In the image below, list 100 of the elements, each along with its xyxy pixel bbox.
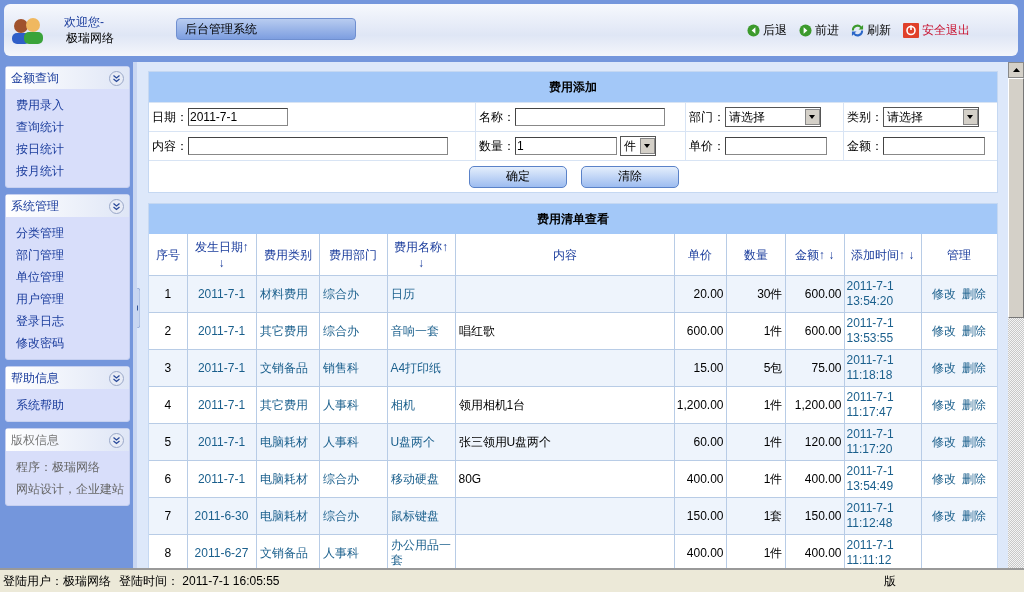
sidebar-link[interactable]: 费用录入 <box>16 94 129 116</box>
timestamp-line: 2011-7-1 <box>846 390 895 405</box>
column-header[interactable]: 金额↑ ↓ <box>785 234 844 276</box>
field-label: 类别： <box>847 108 883 126</box>
content-field[interactable] <box>188 137 448 155</box>
delete-link[interactable]: 删除 <box>962 471 987 486</box>
delete-link[interactable]: 删除 <box>962 360 987 375</box>
edit-link[interactable]: 修改 <box>932 286 957 301</box>
field-label: 名称： <box>479 108 515 126</box>
table-cell: 1套 <box>726 497 785 535</box>
timestamp-line: 13:54:20 <box>846 294 895 309</box>
back-icon <box>747 24 760 37</box>
table-cell: 移动硬盘 <box>387 460 455 498</box>
system-tab[interactable]: 后台管理系统 <box>176 18 356 40</box>
logout-button[interactable]: 安全退出 <box>903 22 970 39</box>
users-icon <box>10 15 44 45</box>
column-header[interactable]: 内容 <box>455 234 674 276</box>
table-cell: 2011-6-30 <box>187 497 256 535</box>
collapse-icon[interactable] <box>109 370 124 386</box>
sidebar-link[interactable]: 修改密码 <box>16 332 129 354</box>
table-cell: 文销备品 <box>256 349 319 387</box>
table-cell: 张三领用U盘两个 <box>455 423 674 461</box>
delete-link[interactable]: 删除 <box>962 434 987 449</box>
table-cell: 1件 <box>726 386 785 424</box>
table-cell: 其它费用 <box>256 312 319 350</box>
column-header[interactable]: 费用类别 <box>256 234 319 276</box>
timestamp-line: 11:17:47 <box>846 405 894 420</box>
timestamp-line: 2011-7-1 <box>846 279 895 294</box>
delete-link[interactable]: 删除 <box>962 286 987 301</box>
column-header[interactable]: 费用部门 <box>319 234 387 276</box>
column-header[interactable]: 单价 <box>674 234 726 276</box>
column-header[interactable]: 管理 <box>921 234 997 276</box>
table-cell: 5包 <box>726 349 785 387</box>
table-cell: A4打印纸 <box>387 349 455 387</box>
table-cell: 销售科 <box>319 349 387 387</box>
timestamp-line: 2011-7-1 <box>846 353 895 368</box>
timestamp-line: 13:53:55 <box>846 331 895 346</box>
table-cell: 电脑耗材 <box>256 423 319 461</box>
timestamp-line: 13:54:49 <box>846 479 895 494</box>
sidebar-link[interactable]: 登录日志 <box>16 310 129 332</box>
field-label: 数量： <box>479 137 515 155</box>
table-cell: 4 <box>149 386 187 424</box>
collapse-icon[interactable] <box>109 70 124 86</box>
sidebar-link[interactable]: 按日统计 <box>16 138 129 160</box>
confirm-button[interactable]: 确定 <box>469 165 567 188</box>
quantity-field[interactable]: 1 <box>515 137 617 155</box>
table-cell: 120.00 <box>785 423 844 461</box>
column-header[interactable]: 发生日期↑ ↓ <box>187 234 256 276</box>
sidebar-link[interactable]: 系统帮助 <box>16 394 129 416</box>
refresh-button[interactable]: 刷新 <box>851 22 891 39</box>
edit-link[interactable]: 修改 <box>932 323 957 338</box>
edit-link[interactable]: 修改 <box>932 397 957 412</box>
date-field[interactable]: 2011-7-1 <box>188 108 288 126</box>
sidebar-link[interactable]: 部门管理 <box>16 244 129 266</box>
table-cell: 75.00 <box>785 349 844 387</box>
name-field[interactable] <box>515 108 665 126</box>
collapse-icon[interactable] <box>109 432 124 448</box>
table-cell: 唱红歌 <box>455 312 674 350</box>
edit-link[interactable]: 修改 <box>932 434 957 449</box>
table-cell: 600.00 <box>785 312 844 350</box>
sidebar-link[interactable]: 单位管理 <box>16 266 129 288</box>
table-cell: 日历 <box>387 275 455 313</box>
collapse-icon[interactable] <box>109 198 124 214</box>
column-header[interactable]: 添加时间↑ ↓ <box>844 234 921 276</box>
forward-button[interactable]: 前进 <box>799 22 839 39</box>
edit-link[interactable]: 修改 <box>932 471 957 486</box>
sidebar-link[interactable]: 用户管理 <box>16 288 129 310</box>
timestamp-line: 2011-7-1 <box>846 427 895 442</box>
price-field[interactable] <box>725 137 827 155</box>
delete-link[interactable]: 删除 <box>962 323 987 338</box>
status-text: 登陆用户：极瑞网络 <box>3 572 111 590</box>
table-cell: 20.00 <box>674 275 726 313</box>
table-cell: 材料费用 <box>256 275 319 313</box>
edit-link[interactable]: 修改 <box>932 360 957 375</box>
back-button[interactable]: 后退 <box>747 22 787 39</box>
column-header[interactable]: 数量 <box>726 234 785 276</box>
department-dropdown[interactable]: 请选择 <box>725 107 821 127</box>
table-cell: 2 <box>149 312 187 350</box>
field-label: 金额： <box>847 137 883 155</box>
timestamp-line: 2011-7-1 <box>846 501 895 516</box>
table-cell: 人事科 <box>319 386 387 424</box>
unit-dropdown[interactable]: 件 <box>620 136 656 156</box>
amount-field[interactable] <box>883 137 985 155</box>
edit-link[interactable]: 修改 <box>932 508 957 523</box>
timestamp-line: 11:18:18 <box>846 368 894 383</box>
scroll-up-icon[interactable] <box>1012 68 1020 72</box>
category-dropdown[interactable]: 请选择 <box>883 107 979 127</box>
scrollbar[interactable] <box>1008 62 1024 568</box>
sidebar-link[interactable]: 按月统计 <box>16 160 129 182</box>
column-header[interactable]: 费用名称↑ ↓ <box>387 234 455 276</box>
delete-link[interactable]: 删除 <box>962 508 987 523</box>
sidebar-link[interactable]: 查询统计 <box>16 116 129 138</box>
clear-button[interactable]: 清除 <box>581 165 679 188</box>
panel-title: 费用清单查看 <box>149 204 997 234</box>
info-text: 程序：极瑞网络 <box>16 459 101 476</box>
sidebar-link[interactable]: 分类管理 <box>16 222 129 244</box>
table-cell: 1件 <box>726 312 785 350</box>
column-header[interactable]: 序号 <box>149 234 187 276</box>
delete-link[interactable]: 删除 <box>962 397 987 412</box>
field-label: 单价： <box>689 137 725 155</box>
